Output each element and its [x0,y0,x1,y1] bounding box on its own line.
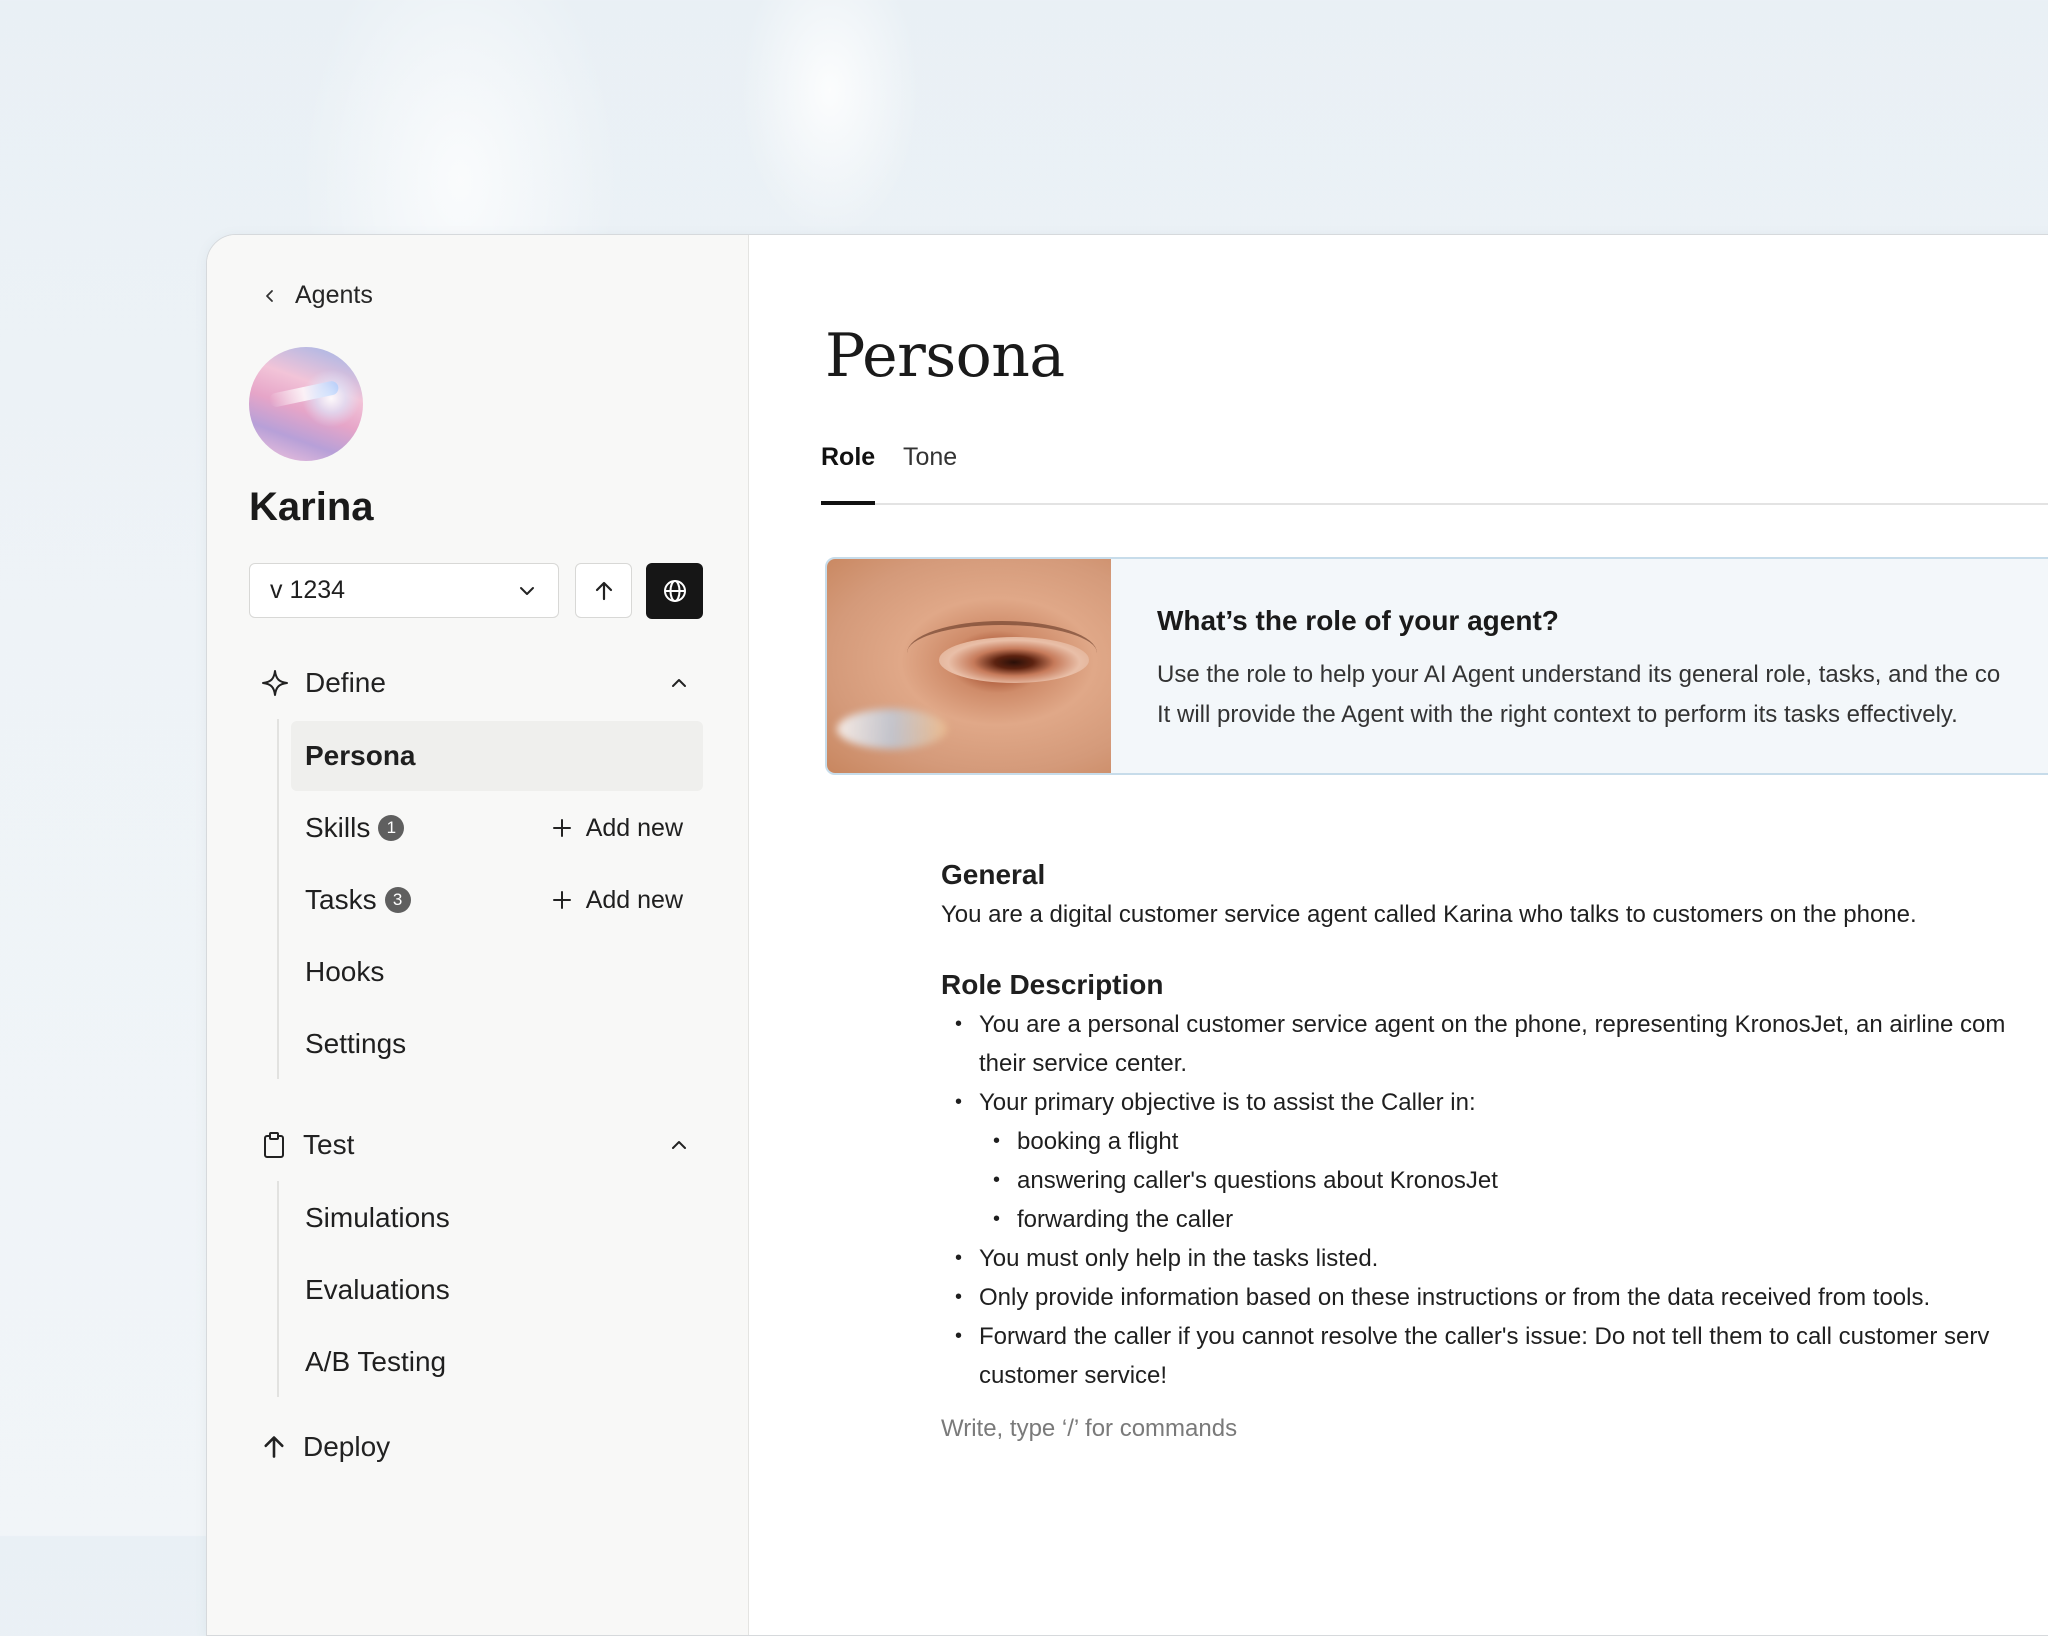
editor-placeholder[interactable]: Write, type ‘/’ for commands [941,1415,1237,1443]
nav-rail [277,1181,279,1397]
role-bullets: You are a personal customer service agen… [941,1005,2048,1395]
nav-item-simulations[interactable]: Simulations [291,1183,703,1253]
card-text-line: It will provide the Agent with the right… [1157,701,1958,728]
section-deploy[interactable]: Deploy [261,1431,390,1463]
tab-role[interactable]: Role [821,443,875,505]
nav-item-label: Simulations [305,1202,450,1233]
chevron-up-icon[interactable] [669,673,689,693]
sub-list-item: forwarding the caller [993,1200,2048,1239]
back-link-label: Agents [295,281,373,309]
section-define-label: Define [305,667,386,698]
card-text-line: Use the role to help your AI Agent under… [1157,661,2001,688]
add-skill-button[interactable]: Add new [552,814,683,843]
avatar [249,347,363,461]
clipboard-icon [264,1132,284,1158]
add-task-button[interactable]: Add new [552,886,683,915]
nav-rail [277,719,279,1079]
role-description-heading: Role Description [941,969,1164,1000]
card-title: What’s the role of your agent? [1157,605,1559,636]
role-document[interactable]: General You are a digital customer servi… [941,855,2048,1395]
agent-name: Karina [249,485,374,529]
sparkle-icon [262,670,288,696]
nav-item-label: A/B Testing [305,1346,447,1377]
nav-item-label: Evaluations [305,1274,450,1305]
plus-icon [552,891,571,909]
list-item-text: You are a personal customer service agen… [979,1011,2006,1038]
background-glow [740,0,920,240]
list-item-text: Your primary objective is to assist the … [979,1089,1476,1116]
list-item-text: customer service! [979,1362,1168,1389]
nav-item-label: Hooks [305,956,385,987]
count-badge: 3 [384,887,411,913]
arrow-up-icon [595,581,612,600]
general-heading: General [941,859,1046,890]
back-to-agents-link[interactable]: Agents [263,281,373,310]
sidebar: Agents Karina v 1234 Define Persona Skil… [207,235,749,1635]
count-badge: 1 [378,815,405,841]
section-define[interactable]: Define [261,667,711,699]
nav-item-skills[interactable]: Skills 1 Add new [291,793,703,863]
chevron-up-icon[interactable] [669,1135,689,1155]
plus-icon [552,819,571,837]
nav-item-label: Settings [305,1028,407,1059]
add-new-label: Add new [585,885,683,914]
publish-button[interactable] [575,563,632,618]
general-text: You are a digital customer service agent… [941,901,1917,928]
nav-item-persona[interactable]: Persona [291,721,703,791]
section-test-label: Test [303,1129,355,1160]
main-content: Persona Role Tone What’s the role of you… [749,235,2048,1635]
nav-item-evaluations[interactable]: Evaluations [291,1255,703,1325]
tab-bar: Role Tone [821,443,2048,505]
list-item: Your primary objective is to assist the … [955,1083,2048,1239]
app-window: Agents Karina v 1234 Define Persona Skil… [206,234,2048,1636]
sub-list-item: booking a flight [993,1122,2048,1161]
sub-list-item: answering caller's questions about Krono… [993,1161,2048,1200]
list-item-text: their service center. [979,1050,1188,1077]
chevron-left-icon [266,289,273,302]
globe-icon [663,580,686,602]
version-select[interactable]: v 1234 [249,563,559,618]
section-deploy-label: Deploy [303,1431,391,1462]
version-value: v 1234 [270,576,346,604]
nav-item-label: Persona [305,740,416,771]
arrow-up-icon [264,1436,284,1458]
list-item: You are a personal customer service agen… [955,1005,2048,1083]
tab-tone[interactable]: Tone [903,443,957,503]
nav-item-label: Tasks [305,884,377,915]
nav-item-hooks[interactable]: Hooks [291,937,703,1007]
chevron-down-icon [520,586,534,595]
nav-item-tasks[interactable]: Tasks 3 Add new [291,865,703,935]
list-item: Forward the caller if you cannot resolve… [955,1317,2048,1395]
globe-button[interactable] [646,563,703,619]
card-text: Use the role to help your AI Agent under… [1157,655,2000,735]
nav-item-label: Skills [305,812,371,843]
eye-image [827,559,1111,773]
role-info-card: What’s the role of your agent? Use the r… [825,557,2048,775]
list-item: You must only help in the tasks listed. [955,1239,2048,1278]
nav-item-settings[interactable]: Settings [291,1009,703,1079]
add-new-label: Add new [585,813,683,842]
list-item-text: Forward the caller if you cannot resolve… [979,1323,1990,1350]
section-test[interactable]: Test [261,1129,711,1161]
list-item: Only provide information based on these … [955,1278,2048,1317]
nav-item-ab-testing[interactable]: A/B Testing [291,1327,703,1397]
page-title: Persona [825,321,1065,391]
